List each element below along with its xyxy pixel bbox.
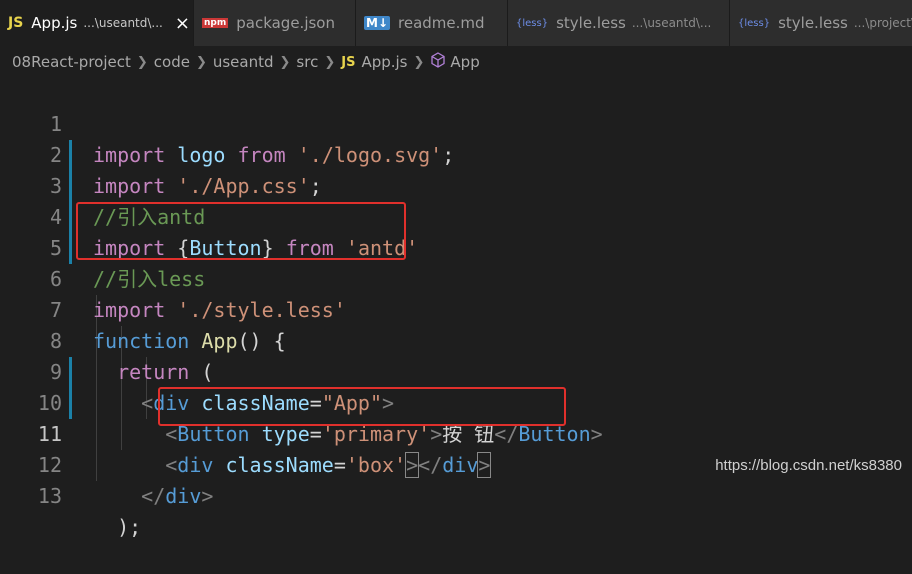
breadcrumb-symbol[interactable]: App: [450, 53, 479, 71]
tab-style-less-project[interactable]: {less} style.less ...\project\src: [730, 0, 912, 46]
tag-bracket: >: [201, 484, 214, 508]
tab-label: App.js: [31, 14, 78, 32]
tag-name: div: [165, 484, 202, 508]
tab-label: style.less: [778, 14, 848, 32]
watermark: https://blog.csdn.net/ks8380: [715, 457, 902, 474]
tab-style-less-useantd[interactable]: {less} style.less ...\useantd\...: [508, 0, 730, 46]
code-line[interactable]: 1 import logo from './logo.svg';: [0, 78, 912, 167]
tab-readme-md[interactable]: M↓ readme.md: [356, 0, 508, 46]
highlight-box: [76, 202, 406, 260]
cube-symbol-icon: [430, 52, 446, 72]
code-line[interactable]: 10 <Button type='primary'>按 钮</Button>: [0, 357, 912, 446]
less-file-icon: {less}: [516, 17, 549, 29]
chevron-right-icon: ❯: [324, 54, 336, 70]
highlight-box: [158, 387, 566, 426]
chevron-right-icon: ❯: [413, 54, 425, 70]
code-line[interactable]: 9 <div className="App">: [0, 326, 912, 415]
breadcrumb-item[interactable]: code: [154, 53, 190, 71]
code-line[interactable]: 3 //引入antd: [0, 140, 912, 229]
javascript-file-icon: JS: [341, 54, 356, 70]
chevron-right-icon: ❯: [136, 54, 148, 70]
markdown-file-icon: M↓: [364, 16, 390, 30]
tab-label: style.less: [556, 14, 626, 32]
npm-file-icon: npm: [202, 18, 229, 28]
tab-label: package.json: [236, 14, 335, 32]
tab-description: ...\useantd\...: [631, 16, 712, 30]
tag-bracket: </: [141, 484, 166, 508]
line-number: 13: [37, 484, 62, 508]
tab-description: ...\useantd\...: [83, 16, 163, 30]
code-line[interactable]: 7 function App() {: [0, 264, 912, 353]
breadcrumb-item[interactable]: src: [296, 53, 318, 71]
tab-description: ...\project\src: [853, 16, 912, 30]
breadcrumb-item[interactable]: 08React-project: [12, 53, 131, 71]
close-icon[interactable]: ×: [175, 13, 190, 34]
code-line[interactable]: 8 return (: [0, 295, 912, 384]
code-editor[interactable]: 1 import logo from './logo.svg'; 2 impor…: [0, 78, 912, 539]
breadcrumb-item[interactable]: useantd: [213, 53, 274, 71]
breadcrumb: 08React-project ❯ code ❯ useantd ❯ src ❯…: [0, 46, 912, 78]
punctuation: );: [117, 515, 142, 539]
less-file-icon: {less}: [738, 17, 771, 29]
chevron-right-icon: ❯: [279, 54, 291, 70]
javascript-file-icon: JS: [8, 15, 24, 31]
chevron-right-icon: ❯: [195, 54, 207, 70]
code-line[interactable]: 4 import {Button} from 'antd': [0, 171, 912, 260]
code-line[interactable]: 2 import './App.css';: [0, 109, 912, 198]
tab-label: readme.md: [398, 14, 485, 32]
breadcrumb-file[interactable]: App.js: [361, 53, 407, 71]
tab-package-json[interactable]: npm package.json: [194, 0, 356, 46]
editor-tab-bar: JS App.js ...\useantd\... × npm package.…: [0, 0, 912, 46]
tab-app-js[interactable]: JS App.js ...\useantd\... ×: [0, 0, 194, 46]
